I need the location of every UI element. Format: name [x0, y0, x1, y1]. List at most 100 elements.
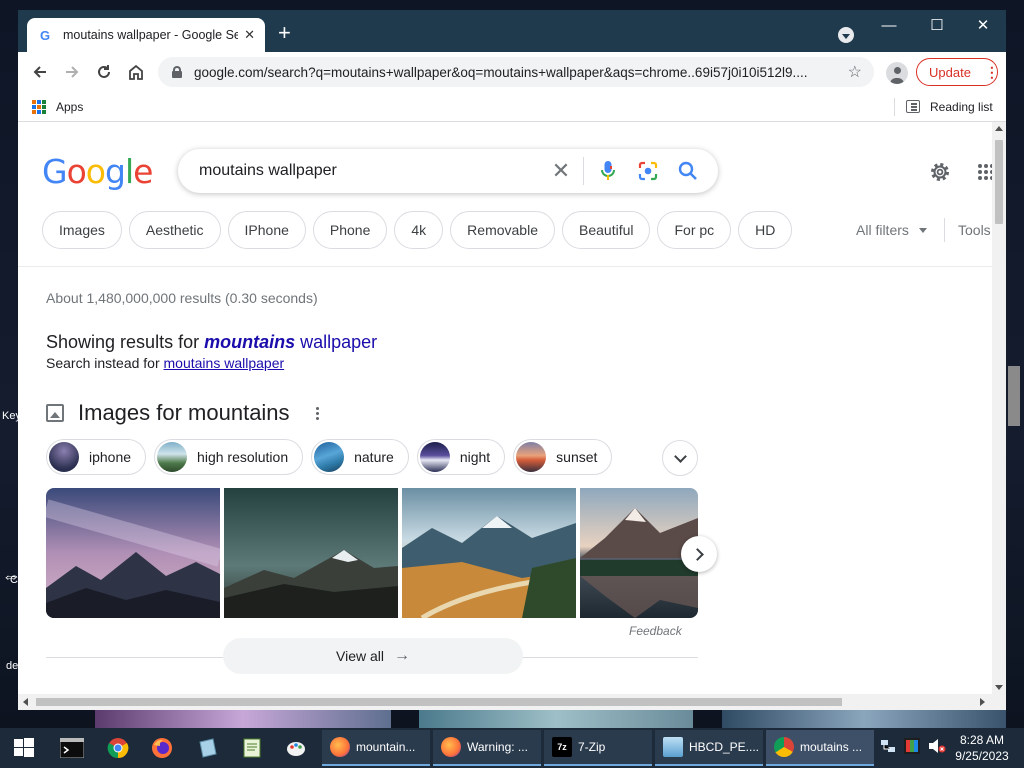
- more-options-icon[interactable]: [315, 406, 320, 420]
- filter-chip[interactable]: 4k: [394, 211, 444, 249]
- taskbar-window-button[interactable]: 7z 7-Zip: [544, 730, 652, 766]
- refine-chip[interactable]: night: [416, 439, 506, 475]
- scrollbar-thumb[interactable]: [995, 140, 1003, 224]
- filter-chip[interactable]: For pc: [657, 211, 732, 249]
- filter-chip[interactable]: IPhone: [227, 211, 306, 249]
- scroll-down-arrow-icon[interactable]: [995, 685, 1003, 690]
- home-button[interactable]: [124, 60, 148, 84]
- taskbar-window-button[interactable]: Warning: ...: [433, 730, 541, 766]
- network-icon[interactable]: [880, 738, 896, 759]
- original-query-link[interactable]: moutains wallpaper: [164, 355, 285, 371]
- refine-chip[interactable]: high resolution: [154, 439, 304, 475]
- corrected-query-link[interactable]: mountains wallpaper: [204, 332, 377, 352]
- filter-chip[interactable]: Aesthetic: [128, 211, 221, 249]
- refine-chip[interactable]: sunset: [513, 439, 613, 475]
- refine-chip[interactable]: iphone: [46, 439, 147, 475]
- forward-button[interactable]: [60, 60, 84, 84]
- bookmark-star-icon[interactable]: ☆: [848, 62, 862, 82]
- search-submit-icon[interactable]: [668, 161, 708, 181]
- address-bar[interactable]: google.com/search?q=moutains+wallpaper&o…: [158, 57, 874, 87]
- taskbar-button-label: 7-Zip: [578, 740, 606, 754]
- chip-thumbnail: [419, 442, 450, 472]
- header-divider: [18, 266, 992, 267]
- color-app-icon[interactable]: [904, 738, 920, 759]
- terminal-icon[interactable]: [58, 734, 86, 762]
- minimize-button[interactable]: —: [866, 14, 912, 38]
- new-tab-button[interactable]: +: [278, 22, 291, 44]
- tab-close-icon[interactable]: ✕: [244, 27, 255, 43]
- firefox-icon: [330, 737, 350, 757]
- images-section-title[interactable]: Images for mountains: [78, 400, 290, 426]
- clear-search-icon[interactable]: ✕: [543, 158, 579, 184]
- system-clock[interactable]: 8:28 AM 9/25/2023: [952, 732, 1012, 764]
- desktop-label: de: [6, 660, 19, 672]
- taskbar-window-button[interactable]: moutains ...: [766, 730, 874, 766]
- back-arrow-icon: [33, 66, 46, 78]
- search-box[interactable]: moutains wallpaper ✕: [178, 149, 718, 193]
- image-result[interactable]: [224, 488, 398, 618]
- lock-icon[interactable]: [172, 66, 182, 78]
- vertical-scrollbar[interactable]: [992, 122, 1006, 694]
- firefox-icon[interactable]: [148, 734, 176, 762]
- refine-chips-next-button[interactable]: [662, 440, 698, 476]
- refine-chip[interactable]: nature: [311, 439, 409, 475]
- taskbar-window-button[interactable]: HBCD_PE....: [655, 730, 763, 766]
- feedback-link[interactable]: Feedback: [629, 624, 682, 638]
- chrome-icon[interactable]: [104, 734, 132, 762]
- reload-button[interactable]: [92, 60, 116, 84]
- mountain-valley-road-image: [402, 488, 576, 618]
- background-window-strip: [419, 710, 693, 728]
- notepad-icon[interactable]: [238, 734, 266, 762]
- scrollbar-thumb[interactable]: [36, 698, 842, 706]
- image-strip-next-button[interactable]: [681, 536, 717, 572]
- refine-chip-label: sunset: [556, 449, 598, 465]
- filter-chip[interactable]: Removable: [450, 211, 555, 249]
- showing-prefix: Showing results for: [46, 332, 200, 352]
- view-all-button[interactable]: View all →: [223, 638, 523, 674]
- volume-muted-icon[interactable]: [928, 738, 946, 759]
- paint-icon[interactable]: [282, 734, 310, 762]
- profile-avatar-icon[interactable]: [886, 62, 908, 84]
- windows-start-icon[interactable]: [10, 734, 38, 762]
- filters-divider: [944, 218, 945, 242]
- view-all-label: View all: [336, 648, 384, 664]
- settings-gear-icon[interactable]: [928, 160, 952, 184]
- reading-list-button[interactable]: Reading list: [930, 100, 993, 114]
- update-button[interactable]: Update ⋮: [916, 58, 999, 86]
- tools-button[interactable]: Tools: [958, 222, 991, 238]
- reading-list-icon[interactable]: [906, 100, 920, 113]
- image-icon: [46, 404, 64, 422]
- filter-chip[interactable]: Beautiful: [562, 211, 651, 249]
- all-filters-button[interactable]: All filters: [856, 222, 927, 238]
- 7zip-icon: 7z: [552, 737, 572, 757]
- search-divider: [583, 157, 584, 185]
- image-result[interactable]: [402, 488, 576, 618]
- spelling-correction: Showing results for mountains wallpaper: [46, 332, 377, 353]
- back-button[interactable]: [28, 60, 52, 84]
- close-window-button[interactable]: ✕: [960, 14, 1006, 38]
- tab-search-button[interactable]: [838, 27, 854, 43]
- taskbar-window-button[interactable]: mountain...: [322, 730, 430, 766]
- url-text[interactable]: google.com/search?q=moutains+wallpaper&o…: [194, 65, 840, 80]
- scroll-right-arrow-icon[interactable]: [980, 698, 985, 706]
- apps-grid-icon[interactable]: [32, 100, 46, 114]
- image-result[interactable]: [46, 488, 220, 618]
- browser-tab[interactable]: G moutains wallpaper - Google Sea ✕: [27, 18, 265, 52]
- filter-chip[interactable]: Phone: [312, 211, 388, 249]
- google-logo[interactable]: Google: [42, 152, 153, 191]
- filter-chip[interactable]: HD: [738, 211, 793, 249]
- horizontal-scrollbar[interactable]: [18, 694, 1006, 710]
- search-input[interactable]: moutains wallpaper: [199, 162, 543, 180]
- voice-search-mic-icon[interactable]: [588, 161, 628, 181]
- scroll-left-arrow-icon[interactable]: [23, 698, 28, 706]
- maximize-button[interactable]: ☐: [914, 14, 960, 38]
- google-apps-icon[interactable]: [978, 164, 992, 180]
- title-bar: G moutains wallpaper - Google Sea ✕ + — …: [18, 10, 1006, 52]
- refine-chip-label: iphone: [89, 449, 132, 465]
- google-lens-icon[interactable]: [628, 161, 668, 181]
- scroll-up-arrow-icon[interactable]: [995, 126, 1003, 131]
- apps-bookmark[interactable]: Apps: [56, 100, 83, 114]
- notes-app-icon[interactable]: [194, 734, 222, 762]
- refine-chip-label: night: [459, 449, 491, 465]
- filter-chip[interactable]: Images: [42, 211, 122, 249]
